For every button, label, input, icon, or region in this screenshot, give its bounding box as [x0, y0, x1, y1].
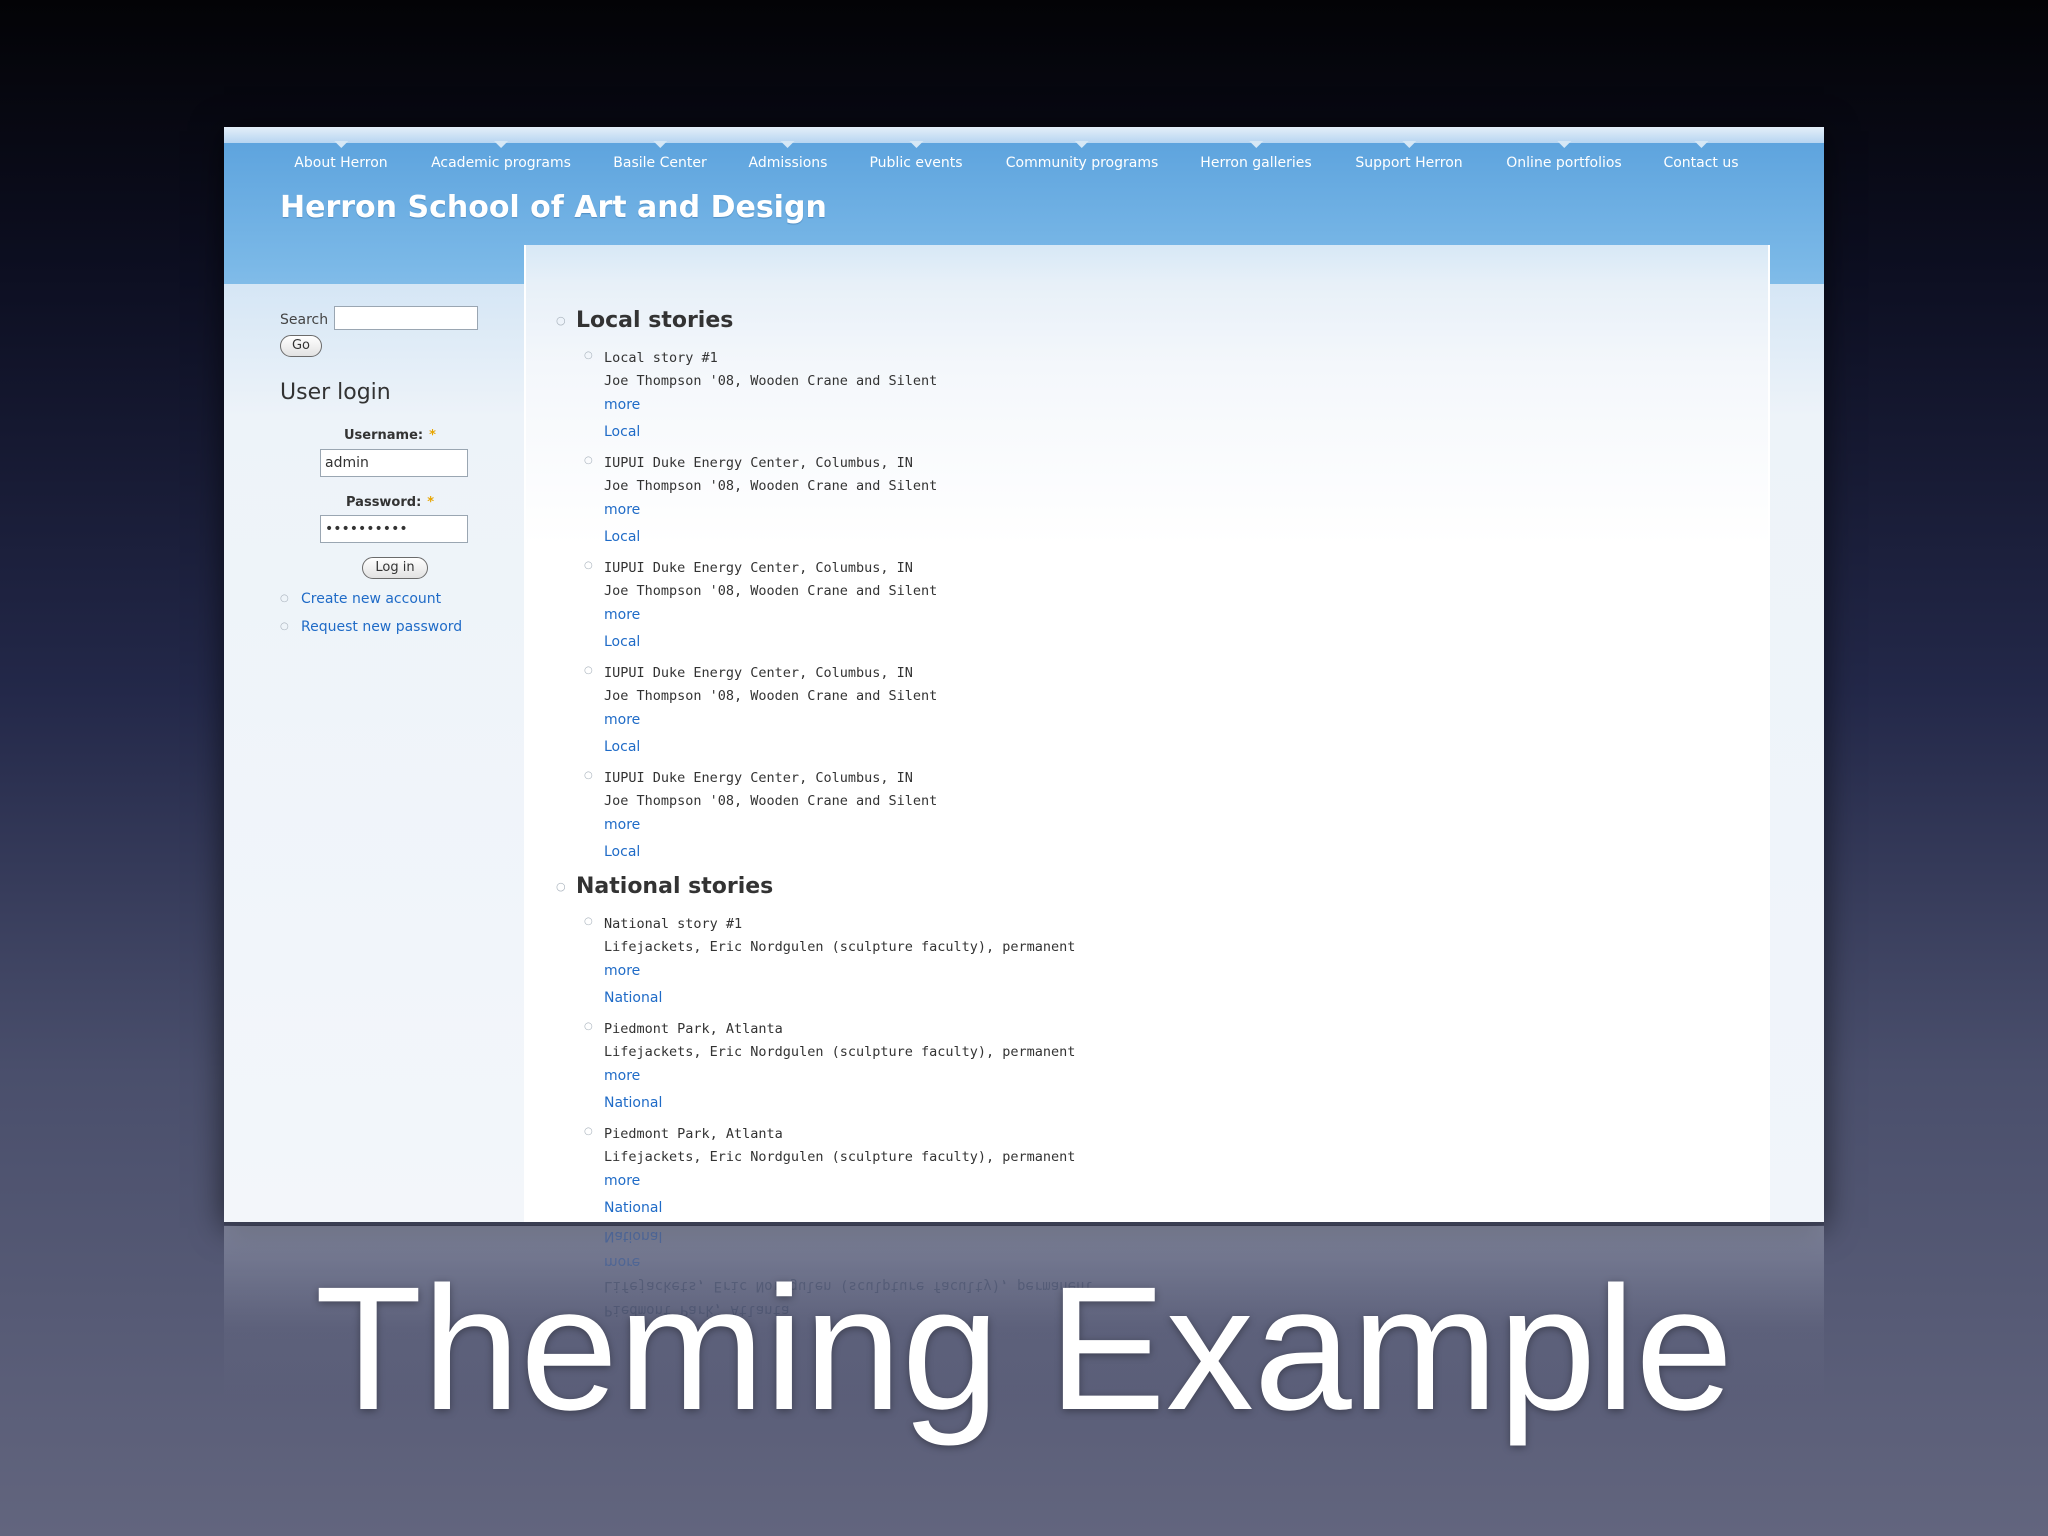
bullet-icon: ○: [584, 665, 593, 676]
more-link[interactable]: more: [604, 817, 640, 833]
story-title: Piedmont Park, Atlanta: [604, 1021, 783, 1037]
bullet-icon: ○: [584, 560, 593, 571]
bullet-icon: ○: [556, 314, 566, 327]
story-title: IUPUI Duke Energy Center, Columbus, IN: [604, 665, 913, 681]
bullet-icon: ○: [556, 880, 566, 893]
story-title: IUPUI Duke Energy Center, Columbus, IN: [604, 455, 913, 471]
story-title: IUPUI Duke Energy Center, Columbus, IN: [604, 560, 913, 576]
reflection-tag: National: [604, 1228, 663, 1244]
story-desc: Joe Thompson '08, Wooden Crane and Silen…: [604, 688, 938, 704]
screen-bottom-edge: [224, 1222, 1824, 1225]
bullet-icon: ○: [584, 455, 593, 466]
bullet-icon: ○: [584, 1021, 593, 1032]
story-desc: Lifejackets, Eric Nordgulen (sculpture f…: [604, 1149, 1076, 1165]
more-link[interactable]: more: [604, 963, 640, 979]
list-item: ○ National story #1 Lifejackets, Eric No…: [584, 916, 1504, 1022]
tag-link[interactable]: Local: [604, 739, 640, 755]
bullet-icon: ○: [584, 770, 593, 781]
story-desc: Joe Thompson '08, Wooden Crane and Silen…: [604, 373, 938, 389]
tag-link[interactable]: Local: [604, 844, 640, 860]
list-item: ○ Piedmont Park, Atlanta Lifejackets, Er…: [584, 1126, 1504, 1224]
national-stories-heading: ○ National stories: [556, 874, 774, 899]
tag-link[interactable]: National: [604, 1095, 662, 1111]
tag-link[interactable]: Local: [604, 634, 640, 650]
story-desc: Lifejackets, Eric Nordgulen (sculpture f…: [604, 1044, 1076, 1060]
content-right-margin: [1770, 284, 1824, 1224]
list-item: ○ IUPUI Duke Energy Center, Columbus, IN…: [584, 455, 1504, 561]
tag-link[interactable]: Local: [604, 424, 640, 440]
story-desc: Joe Thompson '08, Wooden Crane and Silen…: [604, 583, 938, 599]
slide-title: Theming Example: [314, 1251, 1734, 1447]
story-title: Piedmont Park, Atlanta: [604, 1126, 783, 1142]
bullet-icon: ○: [584, 1126, 593, 1137]
list-item: ○ Local story #1 Joe Thompson '08, Woode…: [584, 350, 1504, 456]
bullet-icon: ○: [584, 350, 593, 361]
story-title: IUPUI Duke Energy Center, Columbus, IN: [604, 770, 913, 786]
more-link[interactable]: more: [604, 607, 640, 623]
main-content: ○ Local stories ○ Local story #1 Joe Thom…: [224, 0, 1770, 1224]
more-link[interactable]: more: [604, 1068, 640, 1084]
story-desc: Lifejackets, Eric Nordgulen (sculpture f…: [604, 939, 1076, 955]
story-title: National story #1: [604, 916, 743, 932]
list-item: ○ IUPUI Duke Energy Center, Columbus, IN…: [584, 560, 1504, 666]
tag-link[interactable]: National: [604, 990, 662, 1006]
story-title: Local story #1: [604, 350, 718, 366]
list-item: ○ Piedmont Park, Atlanta Lifejackets, Er…: [584, 1021, 1504, 1127]
more-link[interactable]: more: [604, 712, 640, 728]
tag-link[interactable]: Local: [604, 529, 640, 545]
list-item: ○ IUPUI Duke Energy Center, Columbus, IN…: [584, 665, 1504, 771]
bullet-icon: ○: [584, 916, 593, 927]
story-desc: Joe Thompson '08, Wooden Crane and Silen…: [604, 478, 938, 494]
story-desc: Joe Thompson '08, Wooden Crane and Silen…: [604, 793, 938, 809]
tag-link[interactable]: National: [604, 1200, 662, 1216]
more-link[interactable]: more: [604, 1173, 640, 1189]
more-link[interactable]: more: [604, 397, 640, 413]
local-stories-heading: ○ Local stories: [556, 308, 734, 333]
more-link[interactable]: more: [604, 502, 640, 518]
list-item: ○ IUPUI Duke Energy Center, Columbus, IN…: [584, 770, 1504, 876]
